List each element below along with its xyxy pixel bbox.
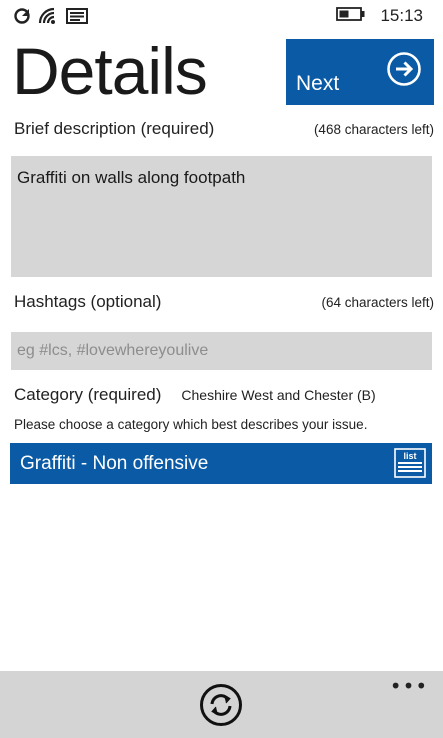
data-sync-icon: [14, 8, 30, 29]
next-button[interactable]: Next: [286, 39, 434, 105]
more-button[interactable]: •••: [389, 673, 429, 699]
battery-icon: [336, 6, 366, 26]
app-bar: •••: [0, 671, 443, 738]
refresh-icon: [199, 684, 243, 730]
hashtags-input[interactable]: [11, 332, 432, 370]
council-name: Cheshire West and Chester (B): [181, 387, 376, 403]
status-bar: 15:13: [0, 0, 443, 32]
next-button-label: Next: [296, 72, 340, 95]
category-picker[interactable]: Graffiti - Non offensive list: [10, 443, 432, 484]
category-row: Category (required) Cheshire West and Ch…: [14, 385, 376, 405]
hashtags-label: Hashtags (optional): [14, 292, 162, 311]
message-icon: [66, 8, 88, 29]
description-chars-left: (468 characters left): [313, 122, 434, 137]
svg-text:list: list: [403, 451, 416, 461]
clock: 15:13: [380, 6, 423, 25]
refresh-button[interactable]: [199, 683, 243, 727]
status-icons: [14, 7, 88, 30]
description-field[interactable]: Graffiti on walls along footpath: [11, 156, 432, 277]
category-hint: Please choose a category which best desc…: [14, 417, 368, 432]
category-selected: Graffiti - Non offensive: [20, 453, 209, 474]
hashtags-label-row: Hashtags (optional) (64 characters left): [14, 292, 434, 312]
page-title: Details: [12, 34, 208, 108]
category-label: Category (required): [14, 385, 162, 404]
hashtags-chars-left: (64 characters left): [321, 295, 434, 310]
description-label-row: Brief description (required) (468 charac…: [14, 119, 434, 139]
description-label: Brief description (required): [14, 119, 215, 138]
list-icon: list: [394, 448, 426, 483]
wifi-icon: [38, 7, 58, 30]
arrow-right-circle-icon: [386, 51, 422, 90]
